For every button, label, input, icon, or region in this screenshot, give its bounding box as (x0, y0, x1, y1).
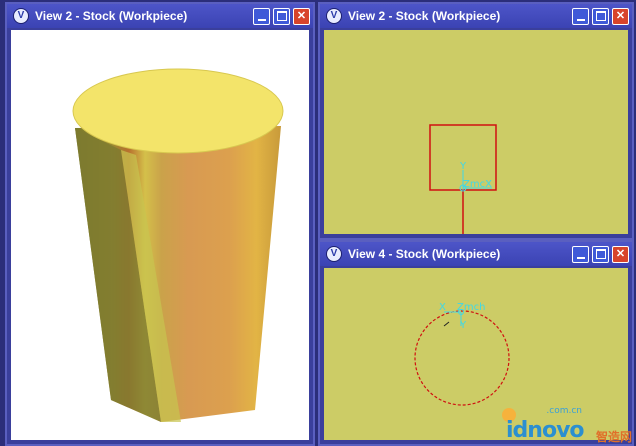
top-view-viewport[interactable]: Y ZmcX (324, 30, 628, 234)
minimize-icon (576, 18, 585, 21)
top-view-drawing: Y ZmcX (429, 124, 497, 234)
minimize-button[interactable] (572, 7, 589, 25)
watermark-domain: .com.cn (546, 406, 582, 416)
titlebar[interactable]: V View 2 - Stock (Workpiece) ✕ (320, 4, 632, 28)
window-title: View 2 - Stock (Workpiece) (35, 9, 188, 23)
minimize-icon (257, 18, 266, 21)
y-axis-label: Y (459, 320, 467, 331)
stock-3d-model (72, 68, 284, 422)
x-axis-label: X (439, 302, 446, 313)
close-icon: ✕ (615, 247, 626, 260)
window-title: View 4 - Stock (Workpiece) (348, 247, 501, 261)
close-button[interactable]: ✕ (612, 7, 629, 25)
minimize-icon (576, 256, 585, 259)
origin-label: Zmch (457, 302, 485, 313)
view2-top-right-window[interactable]: V View 2 - Stock (Workpiece) ✕ Y ZmcX (318, 2, 634, 240)
shaded-3d-viewport[interactable] (11, 30, 309, 440)
watermark-cn: 智造网 (595, 430, 632, 444)
maximize-button[interactable] (592, 245, 609, 263)
close-button[interactable]: ✕ (293, 7, 310, 25)
tool-tick (443, 321, 450, 327)
y-axis-label: Y (459, 161, 467, 172)
app-icon: V (326, 8, 342, 24)
origin-label: ZmcX (463, 179, 492, 190)
titlebar[interactable]: V View 4 - Stock (Workpiece) ✕ (320, 242, 632, 266)
app-icon: V (13, 8, 29, 24)
close-button[interactable]: ✕ (612, 245, 629, 263)
titlebar[interactable]: V View 2 - Stock (Workpiece) ✕ (7, 4, 313, 28)
close-icon: ✕ (615, 9, 626, 22)
close-icon: ✕ (296, 9, 307, 22)
maximize-button[interactable] (592, 7, 609, 25)
maximize-button[interactable] (273, 7, 290, 25)
view2-left-window[interactable]: V View 2 - Stock (Workpiece) ✕ (5, 2, 315, 446)
maximize-icon (595, 249, 606, 259)
minimize-button[interactable] (253, 7, 270, 25)
window-title: View 2 - Stock (Workpiece) (348, 9, 501, 23)
app-icon: V (326, 246, 342, 262)
maximize-icon (595, 11, 606, 21)
watermark-logo: .com.cn idnovo 智造网 (500, 406, 632, 444)
watermark-brand: idnovo (506, 418, 585, 443)
stock-top-face (72, 68, 284, 154)
maximize-icon (276, 11, 287, 21)
minimize-button[interactable] (572, 245, 589, 263)
